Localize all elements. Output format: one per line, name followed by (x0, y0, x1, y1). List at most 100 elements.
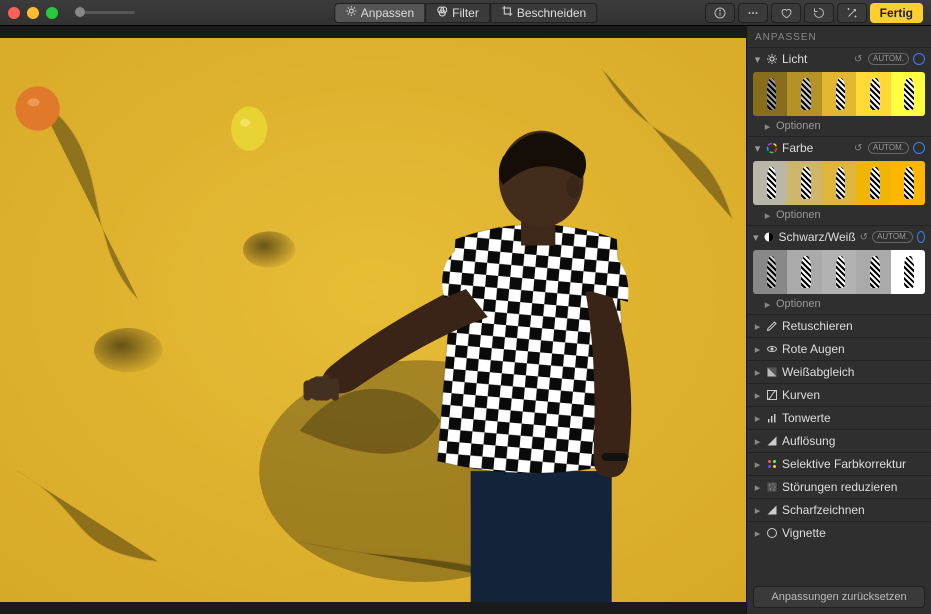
row-redeye-label: Rote Augen (782, 342, 925, 356)
row-redeye[interactable]: ▸ Rote Augen (747, 337, 931, 360)
image-canvas[interactable] (0, 26, 746, 614)
row-vignette[interactable]: ▸ Vignette (747, 521, 931, 544)
noise-icon (766, 481, 778, 493)
enable-ring[interactable] (917, 231, 925, 243)
adjust-sidebar: ANPASSEN ▾ Licht ↺ AUTOM. ▸ Optionen (746, 26, 931, 614)
mode-crop-label: Beschneiden (517, 6, 586, 20)
light-preview-strip[interactable] (753, 72, 925, 116)
row-sharpen[interactable]: ▸ Scharfzeichnen (747, 498, 931, 521)
window-close[interactable] (8, 7, 20, 19)
chevron-right-icon: ▸ (763, 211, 772, 220)
mode-crop[interactable]: Beschneiden (490, 3, 597, 23)
auto-chip[interactable]: AUTOM. (868, 142, 909, 154)
row-definition[interactable]: ▸ Auflösung (747, 429, 931, 452)
selcolor-icon (766, 458, 778, 470)
redeye-icon (766, 343, 778, 355)
row-sharpen-label: Scharfzeichnen (782, 503, 925, 517)
edited-photo (0, 38, 746, 602)
row-selcolor[interactable]: ▸ Selektive Farbkorrektur (747, 452, 931, 475)
info-button[interactable] (705, 3, 735, 23)
row-noise-label: Störungen reduzieren (782, 480, 925, 494)
light-options-label: Optionen (776, 120, 821, 132)
more-button[interactable] (738, 3, 768, 23)
color-options-label: Optionen (776, 209, 821, 221)
titlebar-right: Fertig (705, 3, 923, 23)
window-zoom[interactable] (46, 7, 58, 19)
done-button[interactable]: Fertig (870, 3, 923, 23)
chevron-right-icon: ▸ (753, 368, 762, 377)
wb-icon (766, 366, 778, 378)
row-retouch[interactable]: ▸ Retuschieren (747, 314, 931, 337)
sidebar-title: ANPASSEN (747, 26, 931, 47)
mode-adjust-label: Anpassen (361, 6, 414, 20)
reset-adjustments-button[interactable]: Anpassungen zurücksetzen (753, 586, 925, 608)
light-options[interactable]: ▸ Optionen (747, 118, 931, 136)
color-preview-strip[interactable] (753, 161, 925, 205)
bw-options[interactable]: ▸ Optionen (747, 296, 931, 314)
zoom-slider[interactable] (75, 11, 135, 14)
row-definition-label: Auflösung (782, 434, 925, 448)
enable-ring[interactable] (913, 142, 925, 154)
mode-filter[interactable]: Filter (425, 3, 490, 23)
group-color-label: Farbe (782, 141, 850, 155)
mode-adjust[interactable]: Anpassen (334, 3, 425, 23)
group-color-header[interactable]: ▾ Farbe ↺ AUTOM. (747, 137, 931, 159)
group-bw-label: Schwarz/Weiß (779, 230, 856, 244)
definition-icon (766, 435, 778, 447)
reset-icon[interactable]: ↺ (860, 232, 868, 243)
color-options[interactable]: ▸ Optionen (747, 207, 931, 225)
bw-options-label: Optionen (776, 298, 821, 310)
favorite-button[interactable] (771, 3, 801, 23)
filter-icon (436, 5, 448, 20)
row-vignette-label: Vignette (782, 526, 925, 540)
vignette-icon (766, 527, 778, 539)
window-minimize[interactable] (27, 7, 39, 19)
chevron-down-icon: ▾ (753, 233, 759, 242)
bw-icon (763, 231, 775, 243)
chevron-down-icon: ▾ (753, 144, 762, 153)
group-bw-header[interactable]: ▾ Schwarz/Weiß ↺ AUTOM. (747, 226, 931, 248)
chevron-right-icon: ▸ (753, 322, 762, 331)
reset-icon[interactable]: ↺ (854, 143, 864, 154)
chevron-right-icon: ▸ (753, 460, 762, 469)
row-wb-label: Weißabgleich (782, 365, 925, 379)
row-levels[interactable]: ▸ Tonwerte (747, 406, 931, 429)
auto-chip[interactable]: AUTOM. (872, 231, 913, 243)
mode-segmented-control: Anpassen Filter Beschneiden (334, 3, 597, 23)
light-icon (766, 53, 778, 65)
group-light: ▾ Licht ↺ AUTOM. ▸ Optionen (747, 47, 931, 136)
row-curves[interactable]: ▸ Kurven (747, 383, 931, 406)
sharpen-icon (766, 504, 778, 516)
enable-ring[interactable] (913, 53, 925, 65)
row-noise[interactable]: ▸ Störungen reduzieren (747, 475, 931, 498)
crop-icon (501, 5, 513, 20)
row-curves-label: Kurven (782, 388, 925, 402)
mode-filter-label: Filter (452, 6, 479, 20)
chevron-right-icon: ▸ (753, 391, 762, 400)
main-area: ANPASSEN ▾ Licht ↺ AUTOM. ▸ Optionen (0, 26, 931, 614)
row-levels-label: Tonwerte (782, 411, 925, 425)
group-bw: ▾ Schwarz/Weiß ↺ AUTOM. ▸ Optionen (747, 225, 931, 314)
color-icon (766, 142, 778, 154)
bw-preview-strip[interactable] (753, 250, 925, 294)
chevron-right-icon: ▸ (763, 300, 772, 309)
group-light-header[interactable]: ▾ Licht ↺ AUTOM. (747, 48, 931, 70)
reset-icon[interactable]: ↺ (854, 54, 864, 65)
done-label: Fertig (880, 6, 913, 20)
chevron-right-icon: ▸ (763, 122, 772, 131)
chevron-right-icon: ▸ (753, 506, 762, 515)
auto-chip[interactable]: AUTOM. (868, 53, 909, 65)
chevron-down-icon: ▾ (753, 55, 762, 64)
curves-icon (766, 389, 778, 401)
row-retouch-label: Retuschieren (782, 319, 925, 333)
magic-button[interactable] (837, 3, 867, 23)
row-wb[interactable]: ▸ Weißabgleich (747, 360, 931, 383)
adjust-icon (345, 5, 357, 20)
levels-icon (766, 412, 778, 424)
chevron-right-icon: ▸ (753, 529, 762, 538)
reset-bar: Anpassungen zurücksetzen (747, 580, 931, 614)
titlebar: Anpassen Filter Beschneiden Fertig (0, 0, 931, 26)
rotate-button[interactable] (804, 3, 834, 23)
retouch-icon (766, 320, 778, 332)
group-color: ▾ Farbe ↺ AUTOM. ▸ Optionen (747, 136, 931, 225)
